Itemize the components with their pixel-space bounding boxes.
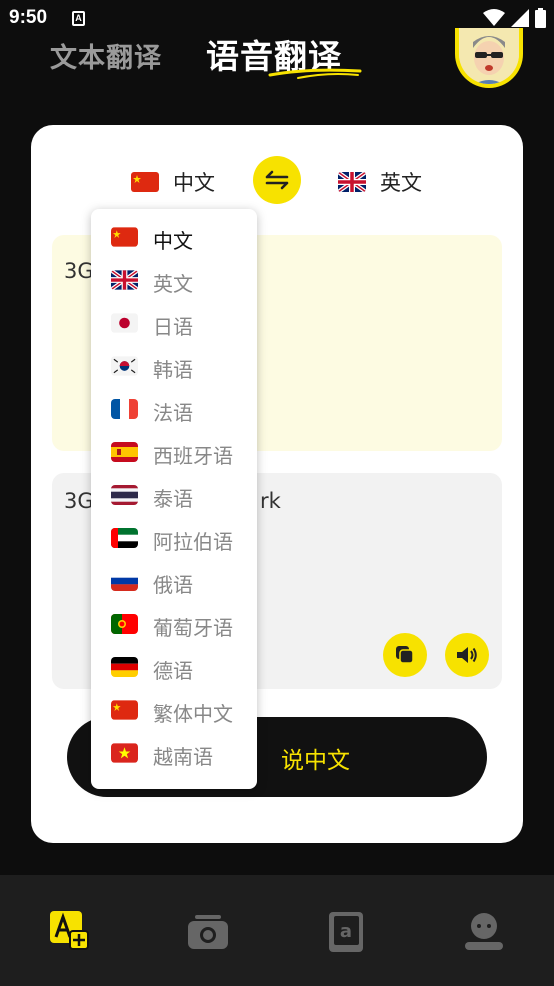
nav-camera[interactable] xyxy=(187,911,229,953)
copy-icon xyxy=(396,646,414,664)
dropdown-item-arabic[interactable]: 阿拉伯语 xyxy=(91,517,257,560)
dropdown-item-label: 韩语 xyxy=(153,358,193,382)
dropdown-item-german[interactable]: 德语 xyxy=(91,646,257,689)
fr-flag-icon xyxy=(111,399,138,419)
th-flag-icon xyxy=(111,485,138,505)
avatar-face-icon xyxy=(459,28,519,84)
dropdown-item-label: 泰语 xyxy=(153,487,193,511)
dictionary-icon: a xyxy=(329,912,363,952)
camera-icon xyxy=(188,915,228,949)
tab-text-translate[interactable]: 文本翻译 xyxy=(50,36,162,75)
swap-languages-button[interactable] xyxy=(253,156,301,204)
dropdown-item-label: 法语 xyxy=(153,401,193,425)
cn-flag-icon xyxy=(111,227,138,247)
avatar[interactable] xyxy=(455,28,523,88)
wifi-icon xyxy=(483,9,505,26)
battery-icon xyxy=(535,8,546,28)
dropdown-item-label: 繁体中文 xyxy=(153,702,233,726)
source-language-selector[interactable]: 中文 xyxy=(131,167,215,197)
dropdown-item-vietnamese[interactable]: 越南语 xyxy=(91,732,257,775)
ae-flag-icon xyxy=(111,528,138,548)
swap-icon xyxy=(265,170,289,190)
de-flag-icon xyxy=(111,657,138,677)
ru-flag-icon xyxy=(111,571,138,591)
dropdown-item-label: 德语 xyxy=(153,659,193,683)
target-language-label: 英文 xyxy=(380,171,422,195)
profile-icon xyxy=(465,913,503,950)
dropdown-item-label: 日语 xyxy=(153,315,193,339)
translation-text: 3G xyxy=(64,489,94,513)
notification-a-icon: A xyxy=(72,11,85,26)
status-icons xyxy=(483,8,546,28)
nav-translate[interactable] xyxy=(50,911,92,953)
dropdown-item-portuguese[interactable]: 葡萄牙语 xyxy=(91,603,257,646)
bottom-navigation: a xyxy=(0,875,554,986)
dropdown-item-thai[interactable]: 泰语 xyxy=(91,474,257,517)
nav-dictionary[interactable]: a xyxy=(326,911,368,953)
dropdown-item-label: 葡萄牙语 xyxy=(153,616,233,640)
header: 文本翻译 语音翻译 xyxy=(0,28,554,98)
dropdown-item-korean[interactable]: 韩语 xyxy=(91,345,257,388)
target-language-selector[interactable]: 英文 xyxy=(338,167,422,197)
dropdown-item-traditional-chinese[interactable]: 繁体中文 xyxy=(91,689,257,732)
gb-flag-icon xyxy=(338,172,366,192)
cn-flag-icon xyxy=(131,172,159,192)
kr-flag-icon xyxy=(111,356,138,376)
speaker-icon xyxy=(457,647,477,663)
pt-flag-icon xyxy=(111,614,138,634)
dropdown-item-label: 英文 xyxy=(153,272,193,296)
gb-flag-icon xyxy=(111,270,138,290)
dropdown-item-label: 中文 xyxy=(153,229,193,253)
vn-flag-icon xyxy=(111,743,138,763)
tab-active-underline xyxy=(268,68,362,79)
language-selector-row: 中文 英文 xyxy=(31,155,523,204)
status-time: 9:50 xyxy=(9,7,48,28)
cn-flag-icon xyxy=(111,700,138,720)
dropdown-item-label: 阿拉伯语 xyxy=(153,530,233,554)
dropdown-item-french[interactable]: 法语 xyxy=(91,388,257,431)
source-language-label: 中文 xyxy=(173,171,215,195)
dropdown-item-russian[interactable]: 俄语 xyxy=(91,560,257,603)
jp-flag-icon xyxy=(111,313,138,333)
play-audio-button[interactable] xyxy=(445,633,489,677)
dropdown-item-english[interactable]: 英文 xyxy=(91,259,257,302)
source-text: 3G xyxy=(64,259,94,283)
dropdown-item-chinese[interactable]: 中文 xyxy=(91,216,257,259)
translate-icon xyxy=(50,911,89,950)
signal-icon xyxy=(511,9,529,27)
dropdown-item-spanish[interactable]: 西班牙语 xyxy=(91,431,257,474)
language-dropdown: 中文 英文 日语 韩语 法语 西班牙语 泰语 阿拉伯语 俄语 葡萄牙语 德语 繁… xyxy=(91,209,257,789)
dropdown-item-label: 俄语 xyxy=(153,573,193,597)
es-flag-icon xyxy=(111,442,138,462)
dropdown-item-japanese[interactable]: 日语 xyxy=(91,302,257,345)
nav-profile[interactable] xyxy=(463,911,505,953)
copy-button[interactable] xyxy=(383,633,427,677)
dropdown-item-label: 越南语 xyxy=(153,745,213,769)
speak-button-label: 说中文 xyxy=(281,748,350,774)
translation-text-tail: rk xyxy=(260,489,281,513)
dropdown-item-label: 西班牙语 xyxy=(153,444,233,468)
svg-text:a: a xyxy=(340,921,352,942)
